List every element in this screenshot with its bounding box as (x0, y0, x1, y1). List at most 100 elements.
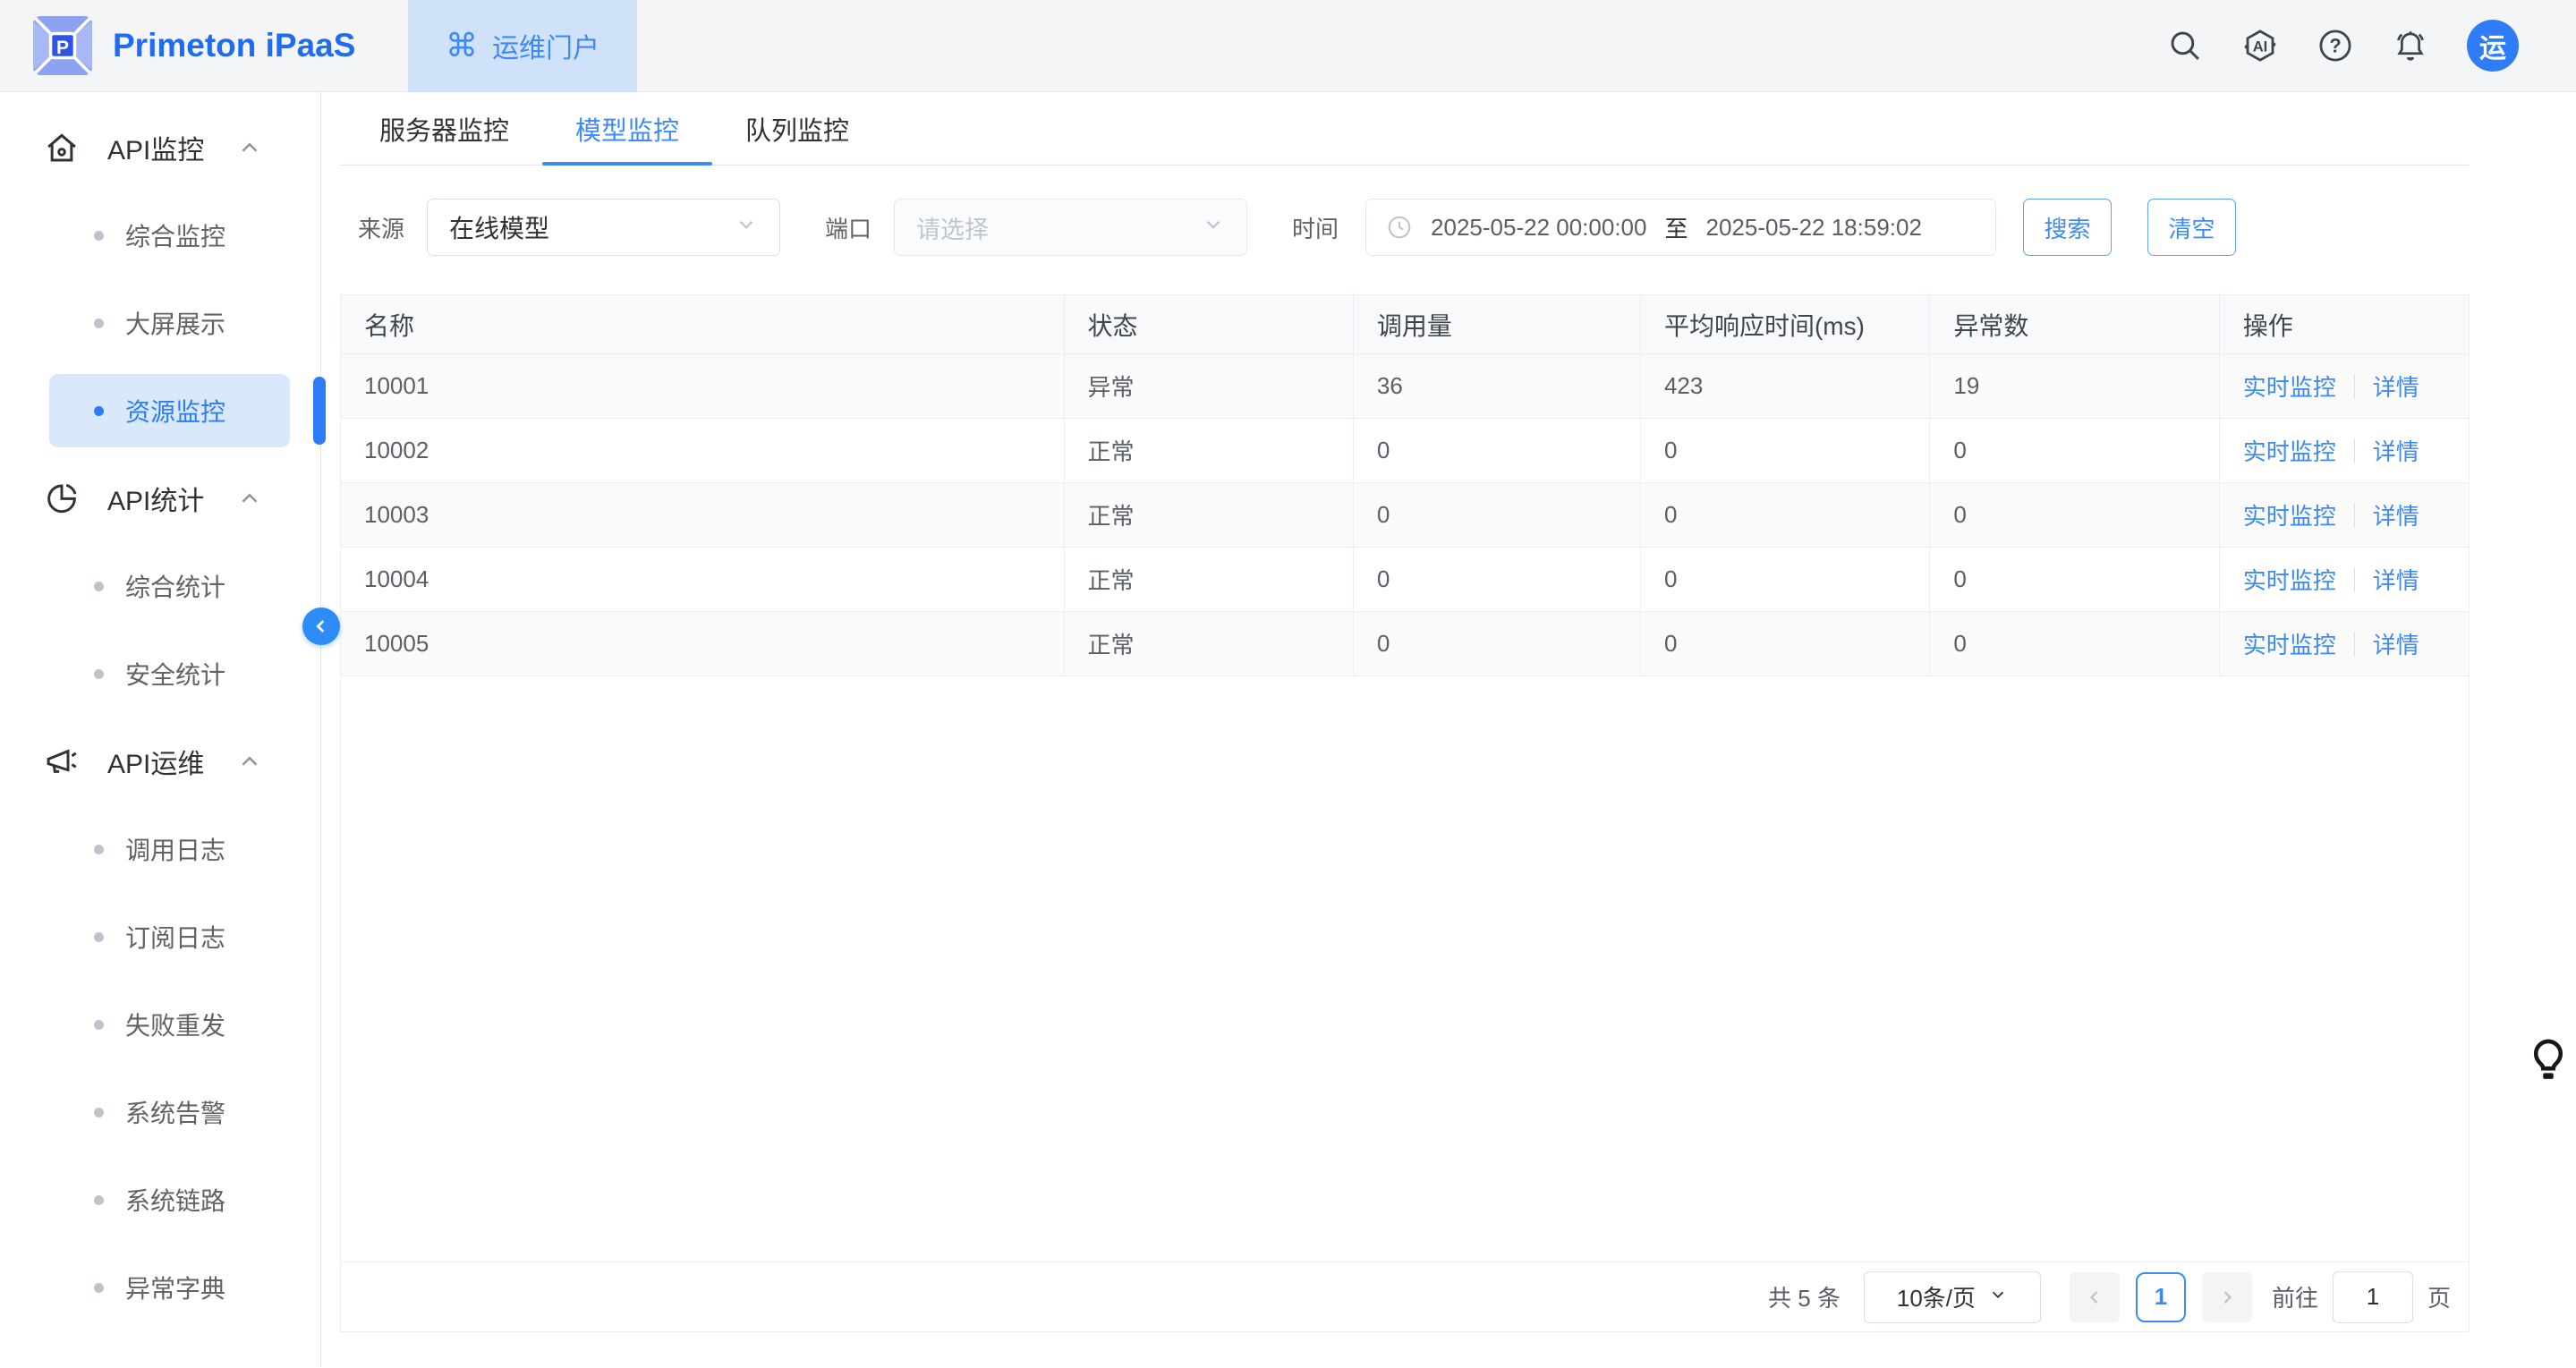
page-number-1[interactable]: 1 (2136, 1272, 2186, 1322)
sidebar-item-label: 资源监控 (125, 393, 225, 429)
realtime-monitor-link[interactable]: 实时监控 (2243, 498, 2336, 531)
page-unit-label: 页 (2427, 1280, 2451, 1313)
sidebar-item-subscription-logs[interactable]: 订阅日志 (0, 893, 320, 981)
table-row: 10003 正常 0 0 0 实时监控 详情 (341, 483, 2469, 548)
notification-bell-icon[interactable] (2392, 27, 2429, 64)
tab-queue-monitor[interactable]: 队列监控 (712, 92, 882, 165)
next-page-button[interactable] (2202, 1272, 2252, 1322)
realtime-monitor-link[interactable]: 实时监控 (2243, 627, 2336, 660)
realtime-monitor-link[interactable]: 实时监控 (2243, 434, 2336, 467)
megaphone-icon (43, 743, 81, 780)
detail-link[interactable]: 详情 (2373, 498, 2419, 531)
cell-name: 10004 (341, 548, 1065, 611)
chevron-down-icon (1988, 1283, 2008, 1311)
chevron-left-icon (2084, 1287, 2105, 1308)
sidebar-item-big-screen[interactable]: 大屏展示 (0, 279, 320, 367)
cell-name: 10003 (341, 483, 1065, 547)
column-header-name: 名称 (341, 295, 1065, 353)
sidebar-item-comprehensive-stats[interactable]: 综合统计 (0, 542, 320, 630)
detail-link[interactable]: 详情 (2373, 370, 2419, 403)
sidebar-group-api-ops[interactable]: API运维 (0, 718, 320, 805)
svg-text:P: P (56, 38, 69, 58)
lightbulb-icon[interactable] (2528, 1035, 2569, 1085)
sidebar-collapse-button[interactable] (302, 608, 340, 645)
sidebar-item-exception-dictionary[interactable]: 异常字典 (0, 1244, 320, 1331)
tab-label: 队列监控 (745, 110, 849, 148)
sidebar-item-call-logs[interactable]: 调用日志 (0, 805, 320, 893)
sidebar-group-api-monitor[interactable]: API监控 (0, 104, 320, 191)
cell-avg-response: 0 (1641, 483, 1930, 547)
cell-avg-response: 0 (1641, 548, 1930, 611)
sidebar-item-resource-monitor[interactable]: 资源监控 (0, 367, 320, 455)
cell-calls: 0 (1354, 483, 1641, 547)
cell-avg-response: 0 (1641, 419, 1930, 482)
primeton-logo-icon: P (30, 13, 95, 78)
table-row: 10005 正常 0 0 0 实时监控 详情 (341, 612, 2469, 676)
time-separator: 至 (1664, 211, 1688, 244)
sidebar-menu: API监控 综合监控 大屏展示 资源监控 (0, 104, 320, 1331)
cell-exceptions: 0 (1930, 419, 2219, 482)
action-divider (2354, 438, 2355, 463)
ai-assistant-icon[interactable]: AI (2241, 27, 2279, 64)
tab-model-monitor[interactable]: 模型监控 (542, 92, 712, 165)
cell-name: 10002 (341, 419, 1065, 482)
bullet-icon (94, 1108, 104, 1117)
logo-area[interactable]: P Primeton iPaaS (0, 13, 408, 78)
realtime-monitor-link[interactable]: 实时监控 (2243, 370, 2336, 403)
cell-status: 异常 (1065, 354, 1354, 418)
sidebar-item-label: 大屏展示 (125, 305, 225, 341)
help-icon[interactable]: ? (2317, 27, 2354, 64)
time-range-picker[interactable]: 2025-05-22 00:00:00 至 2025-05-22 18:59:0… (1365, 199, 1996, 256)
user-avatar[interactable]: 运 (2467, 20, 2519, 72)
cell-avg-response: 423 (1641, 354, 1930, 418)
prev-page-button[interactable] (2070, 1272, 2120, 1322)
port-select-placeholder: 请选择 (916, 210, 989, 245)
sidebar-item-failure-resend[interactable]: 失败重发 (0, 981, 320, 1068)
sidebar-item-security-stats[interactable]: 安全统计 (0, 630, 320, 718)
sidebar-item-label: 系统告警 (125, 1094, 225, 1130)
bullet-icon (94, 319, 104, 328)
column-header-status: 状态 (1065, 295, 1354, 353)
sidebar-item-label: 综合监控 (125, 217, 225, 253)
clear-button[interactable]: 清空 (2147, 199, 2236, 256)
page-size-select[interactable]: 10条/页 (1864, 1271, 2041, 1323)
cell-calls: 0 (1354, 548, 1641, 611)
bullet-icon (94, 1020, 104, 1030)
search-button[interactable]: 搜索 (2023, 199, 2112, 256)
sidebar-item-system-links[interactable]: 系统链路 (0, 1156, 320, 1244)
sidebar-group-api-stats[interactable]: API统计 (0, 455, 320, 542)
source-select[interactable]: 在线模型 (427, 199, 780, 256)
goto-label: 前往 (2272, 1280, 2318, 1313)
cell-status: 正常 (1065, 548, 1354, 611)
detail-link[interactable]: 详情 (2373, 563, 2419, 596)
monitor-tabs: 服务器监控 模型监控 队列监控 (340, 92, 2470, 166)
portal-tab-ops[interactable]: ⌘ 运维门户 (408, 0, 637, 92)
cell-avg-response: 0 (1641, 612, 1930, 676)
sidebar-item-system-alerts[interactable]: 系统告警 (0, 1068, 320, 1156)
realtime-monitor-link[interactable]: 实时监控 (2243, 563, 2336, 596)
column-header-calls: 调用量 (1354, 295, 1641, 353)
app-window: P Primeton iPaaS ⌘ 运维门户 AI (0, 0, 2576, 1368)
filter-bar: 来源 在线模型 端口 请选择 时间 (358, 199, 2576, 256)
cell-exceptions: 0 (1930, 548, 2219, 611)
bullet-icon (94, 845, 104, 854)
time-label: 时间 (1292, 211, 1339, 244)
detail-link[interactable]: 详情 (2373, 627, 2419, 660)
model-monitor-table: 名称 状态 调用量 平均响应时间(ms) 异常数 操作 10001 异常 36 … (340, 294, 2470, 1332)
search-icon[interactable] (2166, 27, 2204, 64)
avatar-text: 运 (2479, 26, 2506, 65)
tab-server-monitor[interactable]: 服务器监控 (379, 92, 542, 165)
sidebar-item-label: 安全统计 (125, 656, 225, 692)
sidebar-item-comprehensive-monitor[interactable]: 综合监控 (0, 191, 320, 279)
tab-label: 模型监控 (575, 110, 679, 148)
topbar-actions: AI ? 运 (2166, 20, 2576, 72)
column-header-actions: 操作 (2220, 295, 2469, 353)
clock-icon (1386, 214, 1413, 241)
column-header-avg-response: 平均响应时间(ms) (1641, 295, 1930, 353)
goto-page-input[interactable] (2333, 1271, 2413, 1323)
detail-link[interactable]: 详情 (2373, 434, 2419, 467)
bullet-icon (94, 669, 104, 679)
port-select[interactable]: 请选择 (894, 199, 1247, 256)
home-icon (43, 129, 81, 166)
top-bar: P Primeton iPaaS ⌘ 运维门户 AI (0, 0, 2576, 92)
